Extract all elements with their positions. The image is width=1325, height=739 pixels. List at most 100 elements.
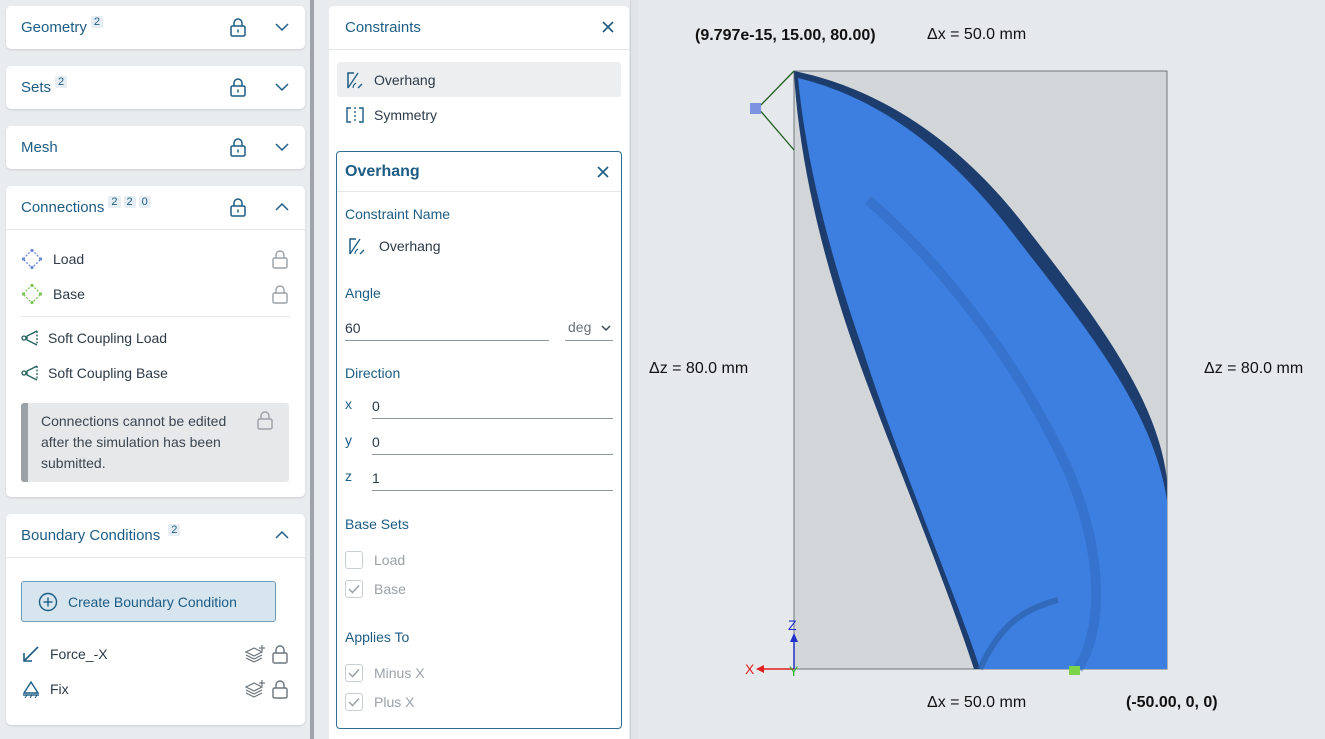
base-set-base-checkbox[interactable]: Base [345,580,406,598]
direction-y-label: y [345,432,352,448]
connections-count-2: 2 [123,195,136,208]
load-marker[interactable] [750,103,761,114]
lock-icon [272,285,288,304]
direction-y-input[interactable]: 0 [372,429,613,455]
boundary-label: Fix [50,681,69,697]
lock-icon[interactable] [228,17,248,37]
geometry-section: Geometry 2 [6,6,305,49]
lock-icon[interactable] [228,197,248,217]
connection-item-soft-coupling-base[interactable]: Soft Coupling Base [21,359,290,387]
chevron-up-icon[interactable] [274,527,290,543]
checkbox-checked[interactable] [345,580,363,598]
constraint-label: Overhang [374,71,436,88]
connection-item-soft-coupling-load[interactable]: Soft Coupling Load [21,324,290,352]
top-dx-label: Δx = 50.0 mm [927,26,1027,43]
chevron-down-icon[interactable] [274,19,290,35]
sets-header[interactable]: Sets 2 [6,66,305,109]
close-icon[interactable] [596,165,610,179]
boundary-conditions-title: Boundary Conditions [21,527,161,544]
sets-section: Sets 2 [6,66,305,109]
mesh-header[interactable]: Mesh [6,126,305,169]
direction-x-input[interactable]: 0 [372,393,613,419]
boundary-conditions-count: 2 [168,523,181,536]
layers-add-icon[interactable] [244,644,266,664]
soft-coupling-icon [21,362,39,384]
boundary-conditions-header[interactable]: Boundary Conditions 2 [6,514,305,557]
create-boundary-condition-button[interactable]: Create Boundary Condition [21,581,276,622]
applies-to-label: Applies To [345,629,410,645]
viewport-splitter[interactable] [630,0,638,739]
lock-icon[interactable] [228,137,248,157]
soft-coupling-lines [757,70,795,151]
connections-header[interactable]: Connections 2 2 0 [6,186,305,229]
base-sets-label: Base Sets [345,516,409,532]
constraint-item-overhang[interactable]: Overhang [337,62,621,97]
checkbox-label: Base [374,581,406,597]
lock-icon[interactable] [228,77,248,97]
chevron-down-icon [601,325,611,332]
checkbox-checked[interactable] [345,693,363,711]
lock-icon [272,680,288,699]
base-set-load-checkbox[interactable]: Load [345,551,405,569]
angle-label: Angle [345,285,381,301]
checkbox-label: Minus X [374,665,425,681]
connection-item-load[interactable]: Load [21,245,290,273]
base-connector-icon [21,283,43,305]
sets-title: Sets [21,79,52,96]
constraint-name-text: Overhang [379,238,441,254]
fixed-support-icon [22,680,40,699]
overhang-editor-title: Overhang [345,162,420,180]
x-axis-arrow [756,665,764,673]
constraint-item-symmetry[interactable]: Symmetry [337,97,621,132]
plus-circle-icon [38,592,58,611]
mesh-title: Mesh [21,139,58,156]
geometry-title: Geometry [21,19,87,36]
chevron-up-icon[interactable] [274,199,290,215]
boundary-item-fix[interactable]: Fix [21,675,290,703]
model-tree-panel: Geometry 2 Sets 2 Mesh Connections 2 2 0 [0,0,310,739]
applies-plus-x-checkbox[interactable]: Plus X [345,693,414,711]
create-boundary-condition-label: Create Boundary Condition [68,593,237,610]
layers-add-icon[interactable] [244,679,266,699]
base-marker[interactable] [1069,666,1080,675]
angle-unit-select[interactable]: deg [565,315,613,341]
lock-icon [272,645,288,664]
constraints-title: Constraints [345,19,421,36]
connection-label: Soft Coupling Base [48,365,168,381]
soft-coupling-icon [21,327,39,349]
notice-text: Connections cannot be edited after the s… [41,413,227,471]
top-coordinate-label: (9.797e-15, 15.00, 80.00) [695,27,876,44]
3d-viewport[interactable]: X Z Y (9.797e-15, 15.00, 80.00) Δx = 50.… [638,0,1325,739]
x-axis-label: X [745,661,755,677]
check-icon [348,668,360,678]
angle-unit-value: deg [568,319,592,335]
chevron-down-icon[interactable] [274,139,290,155]
geometry-count: 2 [90,15,103,28]
direction-x-label: x [345,396,352,412]
applies-minus-x-checkbox[interactable]: Minus X [345,664,425,682]
right-dz-label: Δz = 80.0 mm [1204,360,1304,377]
connection-item-base[interactable]: Base [21,280,290,308]
connections-count-3: 0 [138,195,151,208]
check-icon [348,697,360,707]
close-icon[interactable] [601,20,615,34]
direction-z-input[interactable]: 1 [372,465,613,491]
force-arrow-icon [23,646,39,662]
left-dz-label: Δz = 80.0 mm [649,360,749,377]
checkbox-unchecked[interactable] [345,551,363,569]
symmetry-icon [346,106,364,123]
constraint-name-value: Overhang [347,236,440,256]
connection-label: Soft Coupling Load [48,330,168,346]
sets-count: 2 [55,75,68,88]
panel-splitter[interactable] [310,0,314,739]
lock-icon [257,411,273,430]
connection-label: Base [53,286,85,302]
chevron-down-icon[interactable] [274,79,290,95]
boundary-item-force[interactable]: Force_-X [21,640,290,668]
load-connector-icon [21,248,43,270]
geometry-header[interactable]: Geometry 2 [6,6,305,49]
constraint-name-label: Constraint Name [345,206,451,222]
checkbox-checked[interactable] [345,664,363,682]
overhang-editor: Overhang Constraint Name Overhang Angle … [336,151,622,729]
angle-input[interactable]: 60 [345,315,549,341]
